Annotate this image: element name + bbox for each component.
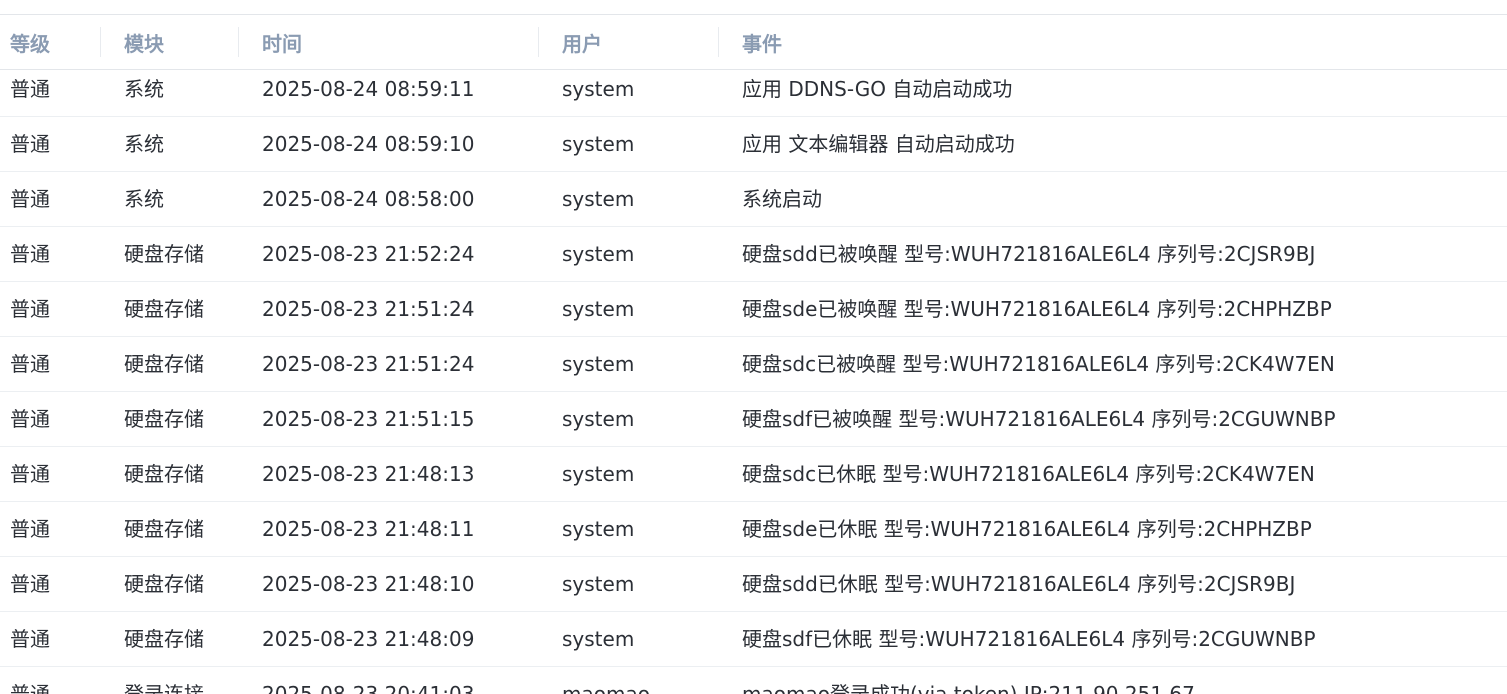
column-header-time[interactable]: 时间 xyxy=(262,15,302,69)
table-row[interactable]: 普通 系统 2025-08-24 08:59:10 system 应用 文本编辑… xyxy=(0,117,1507,172)
cell-user: system xyxy=(562,77,635,101)
cell-time: 2025-08-23 21:48:09 xyxy=(262,627,475,651)
cell-module: 系统 xyxy=(124,132,164,156)
cell-time: 2025-08-23 21:48:11 xyxy=(262,517,475,541)
cell-module: 登录连接 xyxy=(124,682,204,694)
cell-event: 硬盘sdd已被唤醒 型号:WUH721816ALE6L4 序列号:2CJSR9B… xyxy=(742,242,1316,266)
cell-time: 2025-08-23 21:48:13 xyxy=(262,462,475,486)
cell-event: 硬盘sde已被唤醒 型号:WUH721816ALE6L4 序列号:2CHPHZB… xyxy=(742,297,1332,321)
table-row[interactable]: 普通 系统 2025-08-24 08:59:11 system 应用 DDNS… xyxy=(0,62,1507,117)
table-body: 普通 系统 2025-08-24 08:59:11 system 应用 DDNS… xyxy=(0,62,1507,694)
cell-event: 应用 文本编辑器 自动启动成功 xyxy=(742,132,1015,156)
cell-level: 普通 xyxy=(10,77,50,101)
cell-event: 硬盘sdf已被唤醒 型号:WUH721816ALE6L4 序列号:2CGUWNB… xyxy=(742,407,1336,431)
table-row[interactable]: 普通 硬盘存储 2025-08-23 21:48:09 system 硬盘sdf… xyxy=(0,612,1507,667)
cell-time: 2025-08-24 08:58:00 xyxy=(262,187,475,211)
cell-module: 硬盘存储 xyxy=(124,462,204,486)
cell-time: 2025-08-23 21:51:24 xyxy=(262,352,475,376)
cell-level: 普通 xyxy=(10,187,50,211)
cell-level: 普通 xyxy=(10,242,50,266)
cell-user: system xyxy=(562,297,635,321)
cell-level: 普通 xyxy=(10,407,50,431)
cell-level: 普通 xyxy=(10,517,50,541)
table-row[interactable]: 普通 登录连接 2025-08-23 20:41:03 maomao maoma… xyxy=(0,667,1507,694)
cell-user: system xyxy=(562,407,635,431)
cell-event: 硬盘sdd已休眠 型号:WUH721816ALE6L4 序列号:2CJSR9BJ xyxy=(742,572,1296,596)
cell-user: maomao xyxy=(562,682,650,694)
cell-user: system xyxy=(562,572,635,596)
cell-user: system xyxy=(562,242,635,266)
cell-user: system xyxy=(562,352,635,376)
table-header: 等级 模块 时间 用户 事件 xyxy=(0,15,1507,70)
column-divider[interactable] xyxy=(238,27,239,57)
table-row[interactable]: 普通 硬盘存储 2025-08-23 21:48:10 system 硬盘sdd… xyxy=(0,557,1507,612)
cell-event: 硬盘sde已休眠 型号:WUH721816ALE6L4 序列号:2CHPHZBP xyxy=(742,517,1312,541)
cell-module: 硬盘存储 xyxy=(124,572,204,596)
column-divider[interactable] xyxy=(718,27,719,57)
column-header-level[interactable]: 等级 xyxy=(10,15,50,69)
cell-level: 普通 xyxy=(10,132,50,156)
table-row[interactable]: 普通 系统 2025-08-24 08:58:00 system 系统启动 xyxy=(0,172,1507,227)
column-header-event[interactable]: 事件 xyxy=(742,15,782,69)
cell-level: 普通 xyxy=(10,572,50,596)
cell-event: 硬盘sdc已休眠 型号:WUH721816ALE6L4 序列号:2CK4W7EN xyxy=(742,462,1315,486)
cell-time: 2025-08-23 21:48:10 xyxy=(262,572,475,596)
table-row[interactable]: 普通 硬盘存储 2025-08-23 21:51:24 system 硬盘sde… xyxy=(0,282,1507,337)
cell-module: 硬盘存储 xyxy=(124,627,204,651)
table-row[interactable]: 普通 硬盘存储 2025-08-23 21:51:15 system 硬盘sdf… xyxy=(0,392,1507,447)
cell-level: 普通 xyxy=(10,297,50,321)
column-divider[interactable] xyxy=(100,27,101,57)
table-row[interactable]: 普通 硬盘存储 2025-08-23 21:52:24 system 硬盘sdd… xyxy=(0,227,1507,282)
cell-user: system xyxy=(562,462,635,486)
cell-user: system xyxy=(562,132,635,156)
cell-time: 2025-08-23 20:41:03 xyxy=(262,682,475,694)
table-row[interactable]: 普通 硬盘存储 2025-08-23 21:48:11 system 硬盘sde… xyxy=(0,502,1507,557)
cell-module: 硬盘存储 xyxy=(124,517,204,541)
column-divider[interactable] xyxy=(538,27,539,57)
cell-event: 硬盘sdf已休眠 型号:WUH721816ALE6L4 序列号:2CGUWNBP xyxy=(742,627,1316,651)
cell-event: maomao登录成功(via token) IP:211.90.251.67 xyxy=(742,682,1195,694)
cell-user: system xyxy=(562,187,635,211)
cell-time: 2025-08-23 21:51:24 xyxy=(262,297,475,321)
column-header-user[interactable]: 用户 xyxy=(562,15,602,69)
table-row[interactable]: 普通 硬盘存储 2025-08-23 21:48:13 system 硬盘sdc… xyxy=(0,447,1507,502)
cell-level: 普通 xyxy=(10,627,50,651)
cell-module: 硬盘存储 xyxy=(124,407,204,431)
cell-module: 硬盘存储 xyxy=(124,352,204,376)
cell-event: 硬盘sdc已被唤醒 型号:WUH721816ALE6L4 序列号:2CK4W7E… xyxy=(742,352,1335,376)
cell-module: 系统 xyxy=(124,77,164,101)
cell-module: 硬盘存储 xyxy=(124,297,204,321)
cell-time: 2025-08-23 21:51:15 xyxy=(262,407,475,431)
cell-event: 应用 DDNS-GO 自动启动成功 xyxy=(742,77,1013,101)
cell-time: 2025-08-24 08:59:11 xyxy=(262,77,475,101)
table-row[interactable]: 普通 硬盘存储 2025-08-23 21:51:24 system 硬盘sdc… xyxy=(0,337,1507,392)
cell-event: 系统启动 xyxy=(742,187,822,211)
cell-time: 2025-08-23 21:52:24 xyxy=(262,242,475,266)
column-header-module[interactable]: 模块 xyxy=(124,15,164,69)
cell-module: 硬盘存储 xyxy=(124,242,204,266)
cell-user: system xyxy=(562,627,635,651)
cell-level: 普通 xyxy=(10,682,50,694)
cell-level: 普通 xyxy=(10,352,50,376)
cell-user: system xyxy=(562,517,635,541)
log-table: 普通 系统 2025-08-24 08:59:11 system 应用 DDNS… xyxy=(0,0,1507,694)
cell-module: 系统 xyxy=(124,187,164,211)
cell-time: 2025-08-24 08:59:10 xyxy=(262,132,475,156)
cell-level: 普通 xyxy=(10,462,50,486)
